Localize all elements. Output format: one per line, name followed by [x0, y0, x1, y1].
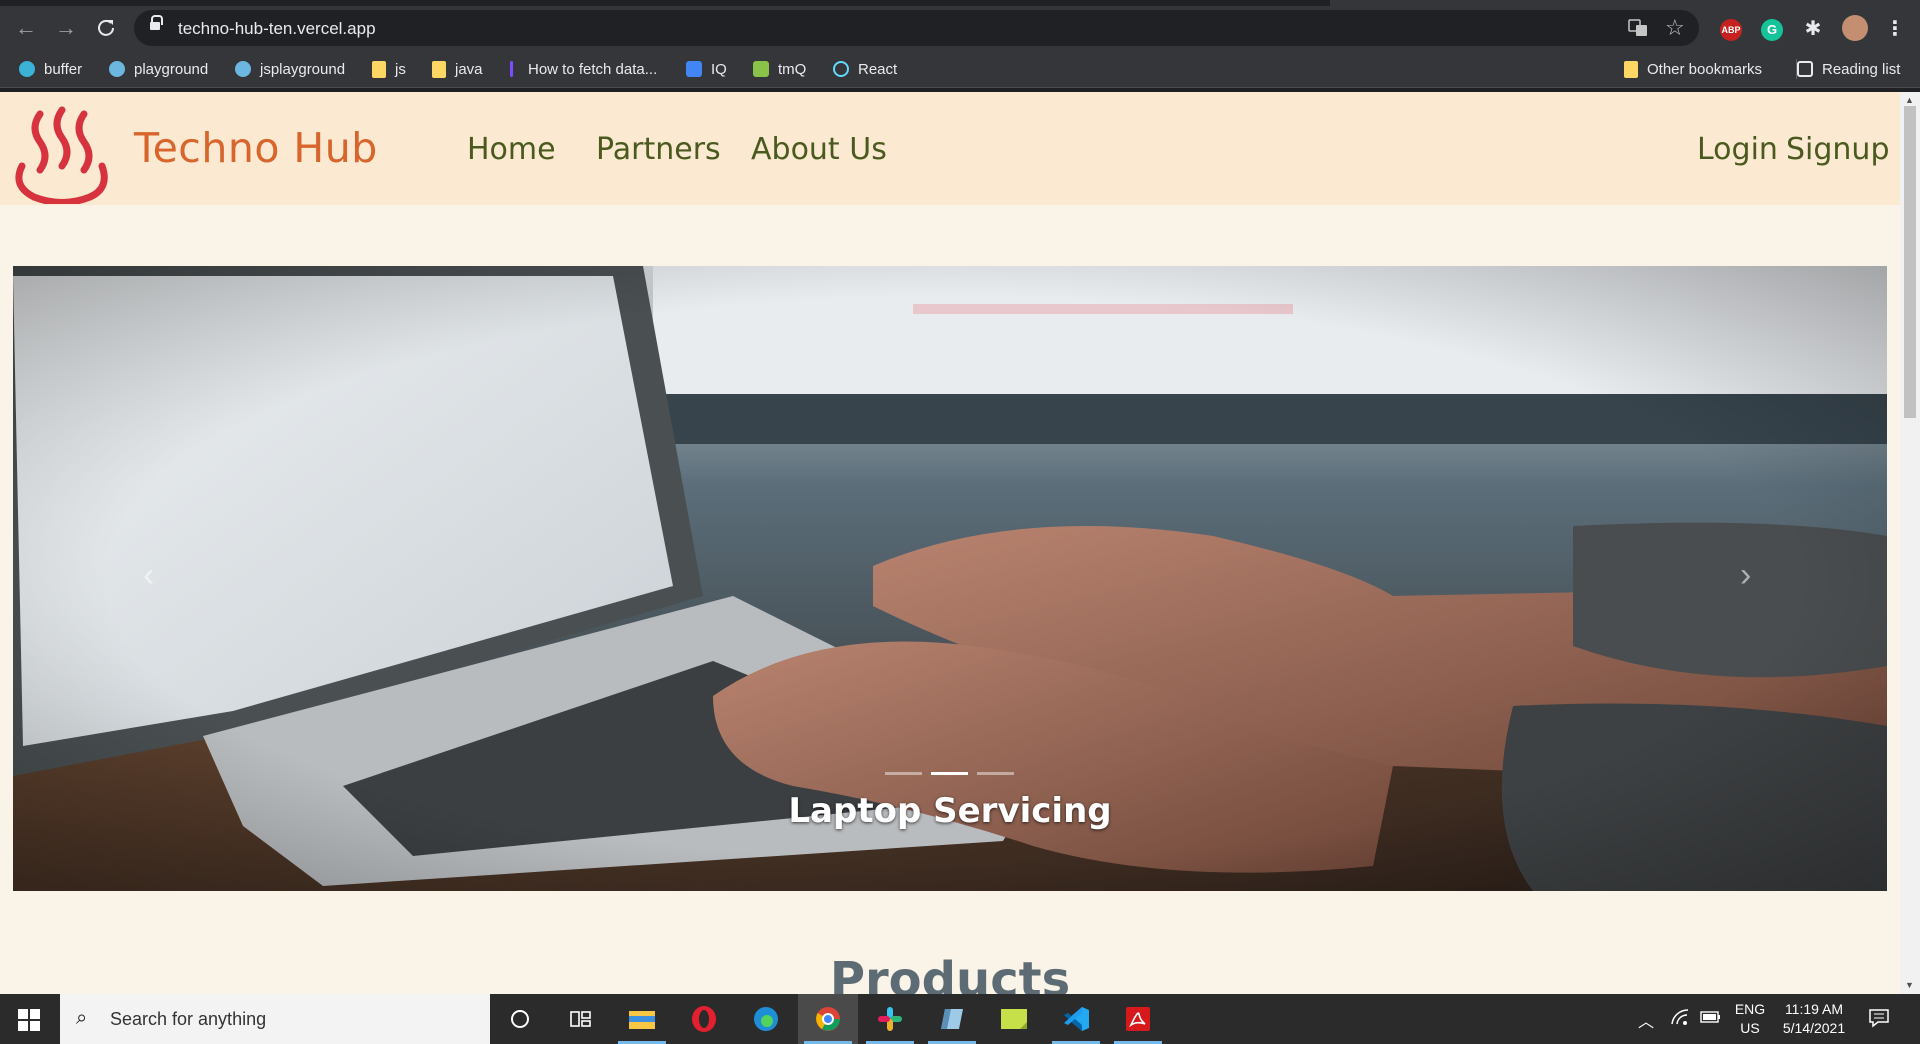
vscode-icon[interactable] — [1046, 994, 1106, 1044]
file-explorer-icon[interactable] — [612, 994, 672, 1044]
page-viewport: Techno Hub Home Partners About Us Login … — [0, 92, 1900, 994]
carousel-indicators — [885, 772, 1014, 775]
adblock-icon[interactable]: ABP — [1720, 19, 1742, 41]
notifications-icon[interactable] — [1868, 1008, 1890, 1044]
lock-icon — [150, 15, 163, 33]
scrollbar-thumb[interactable] — [1904, 106, 1916, 418]
bookmark-playground[interactable]: playground — [109, 59, 208, 79]
taskbar-search-box[interactable]: ⌕ Search for anything — [60, 994, 490, 1044]
products-heading: Products — [829, 952, 1071, 994]
address-bar[interactable]: techno-hub-ten.vercel.app ☆ — [134, 10, 1699, 46]
bookmark-label: React — [858, 60, 898, 78]
bookmark-java-folder[interactable]: java — [432, 59, 483, 79]
edge-icon[interactable] — [736, 994, 796, 1044]
windows-start-icon[interactable] — [18, 1009, 40, 1031]
bookmark-label: java — [455, 60, 483, 78]
other-bookmarks-label: Other bookmarks — [1647, 60, 1763, 78]
browser-toolbar: ← → techno-hub-ten.vercel.app ☆ ABP G ✱ … — [0, 6, 1920, 50]
carousel-indicator-1[interactable] — [885, 772, 922, 775]
page-scrollbar[interactable]: ▲ ▼ — [1900, 92, 1920, 994]
task-view-icon[interactable] — [550, 994, 610, 1044]
jsplayground-favicon-icon — [235, 61, 251, 77]
react-favicon-icon — [833, 61, 849, 77]
folder-icon — [432, 60, 446, 78]
sticky-notes-icon[interactable] — [984, 994, 1044, 1044]
cortana-icon[interactable] — [490, 994, 550, 1044]
bookmark-label: buffer — [44, 60, 83, 78]
chrome-icon[interactable] — [798, 994, 858, 1044]
bookmark-buffer[interactable]: buffer — [19, 59, 82, 79]
wifi-icon[interactable] — [1670, 1008, 1690, 1044]
tmq-favicon-icon — [753, 61, 769, 77]
bookmark-fetch-data[interactable]: How to fetch data... — [510, 59, 657, 79]
bookmark-label: jsplayground — [260, 60, 346, 78]
grammarly-icon[interactable]: G — [1761, 19, 1783, 41]
folder-icon — [1624, 60, 1638, 78]
bookmark-label: js — [395, 60, 406, 78]
forward-arrow-icon[interactable]: → — [50, 12, 82, 44]
profile-avatar[interactable] — [1842, 15, 1868, 41]
carousel-caption: Laptop Servicing — [788, 791, 1112, 831]
opera-icon[interactable] — [674, 994, 734, 1044]
reading-list[interactable]: Reading list — [1796, 59, 1900, 79]
bookmark-label: IQ — [711, 60, 727, 78]
bookmark-label: tmQ — [778, 60, 807, 78]
scroll-down-icon[interactable]: ▼ — [1905, 980, 1914, 990]
docs-favicon-icon — [686, 61, 702, 77]
folder-icon — [372, 60, 386, 78]
signup-link[interactable]: Signup — [1786, 132, 1890, 167]
bookmark-favicon-icon — [510, 61, 513, 77]
scroll-up-icon[interactable]: ▲ — [1905, 95, 1914, 105]
bookmark-iq[interactable]: IQ — [686, 59, 727, 79]
carousel-prev-chevron-left-icon[interactable]: ‹ — [143, 556, 154, 595]
brand-name[interactable]: Techno Hub — [134, 124, 378, 172]
tray-overflow-chevron-up-icon[interactable]: ︿ — [1638, 1008, 1654, 1044]
bookmark-label: How to fetch data... — [528, 60, 658, 78]
nav-home[interactable]: Home — [467, 132, 556, 167]
url-text[interactable]: techno-hub-ten.vercel.app — [178, 19, 376, 39]
taskbar-search-placeholder: Search for anything — [110, 1009, 267, 1029]
site-header: Techno Hub Home Partners About Us Login … — [0, 92, 1900, 205]
clock-date: 5/14/2021 — [1782, 1020, 1846, 1036]
notes-app-icon[interactable] — [922, 994, 982, 1044]
carousel-next-chevron-right-icon[interactable]: › — [1740, 556, 1751, 595]
nav-partners[interactable]: Partners — [596, 132, 721, 167]
other-bookmarks[interactable]: Other bookmarks — [1624, 59, 1762, 79]
carousel-indicator-3[interactable] — [977, 772, 1014, 775]
carousel-indicator-2[interactable] — [931, 772, 968, 775]
acrobat-reader-icon[interactable] — [1108, 994, 1168, 1044]
reload-icon[interactable] — [90, 12, 122, 44]
translate-icon[interactable] — [1628, 18, 1648, 43]
clock-time: 11:19 AM — [1784, 1001, 1844, 1017]
reading-list-label: Reading list — [1822, 60, 1901, 78]
hot-spring-logo-icon[interactable] — [14, 104, 110, 204]
hero-carousel: ‹ › Laptop Servicing — [13, 266, 1887, 891]
login-link[interactable]: Login — [1697, 132, 1778, 167]
os-taskbar: ⌕ Search for anything ︿ ENG US 11:19 AM … — [0, 994, 1920, 1044]
bookmark-label: playground — [134, 60, 209, 78]
bookmark-react[interactable]: React — [833, 59, 897, 79]
nav-about-us[interactable]: About Us — [751, 132, 887, 167]
playground-favicon-icon — [109, 61, 125, 77]
reading-list-icon — [1797, 61, 1813, 77]
bookmark-js-folder[interactable]: js — [372, 59, 406, 79]
back-arrow-icon[interactable]: ← — [10, 12, 42, 44]
bookmark-star-icon[interactable]: ☆ — [1665, 15, 1685, 41]
bookmark-tmq[interactable]: tmQ — [753, 59, 806, 79]
slack-icon[interactable] — [860, 994, 920, 1044]
bookmarks-bar: buffer playground jsplayground js java H… — [0, 50, 1920, 88]
language-indicator[interactable]: ENG US — [1733, 1000, 1767, 1044]
extensions-puzzle-icon[interactable]: ✱ — [1802, 19, 1824, 41]
region-code: US — [1740, 1020, 1760, 1036]
search-icon: ⌕ — [76, 1007, 88, 1029]
menu-kebab-icon[interactable]: ⋮ — [1884, 19, 1906, 41]
buffer-favicon-icon — [19, 61, 35, 77]
battery-icon[interactable] — [1700, 1010, 1722, 1044]
bookmark-jsplayground[interactable]: jsplayground — [235, 59, 345, 79]
language-code: ENG — [1734, 1001, 1766, 1017]
clock[interactable]: 11:19 AM 5/14/2021 — [1774, 1000, 1854, 1044]
